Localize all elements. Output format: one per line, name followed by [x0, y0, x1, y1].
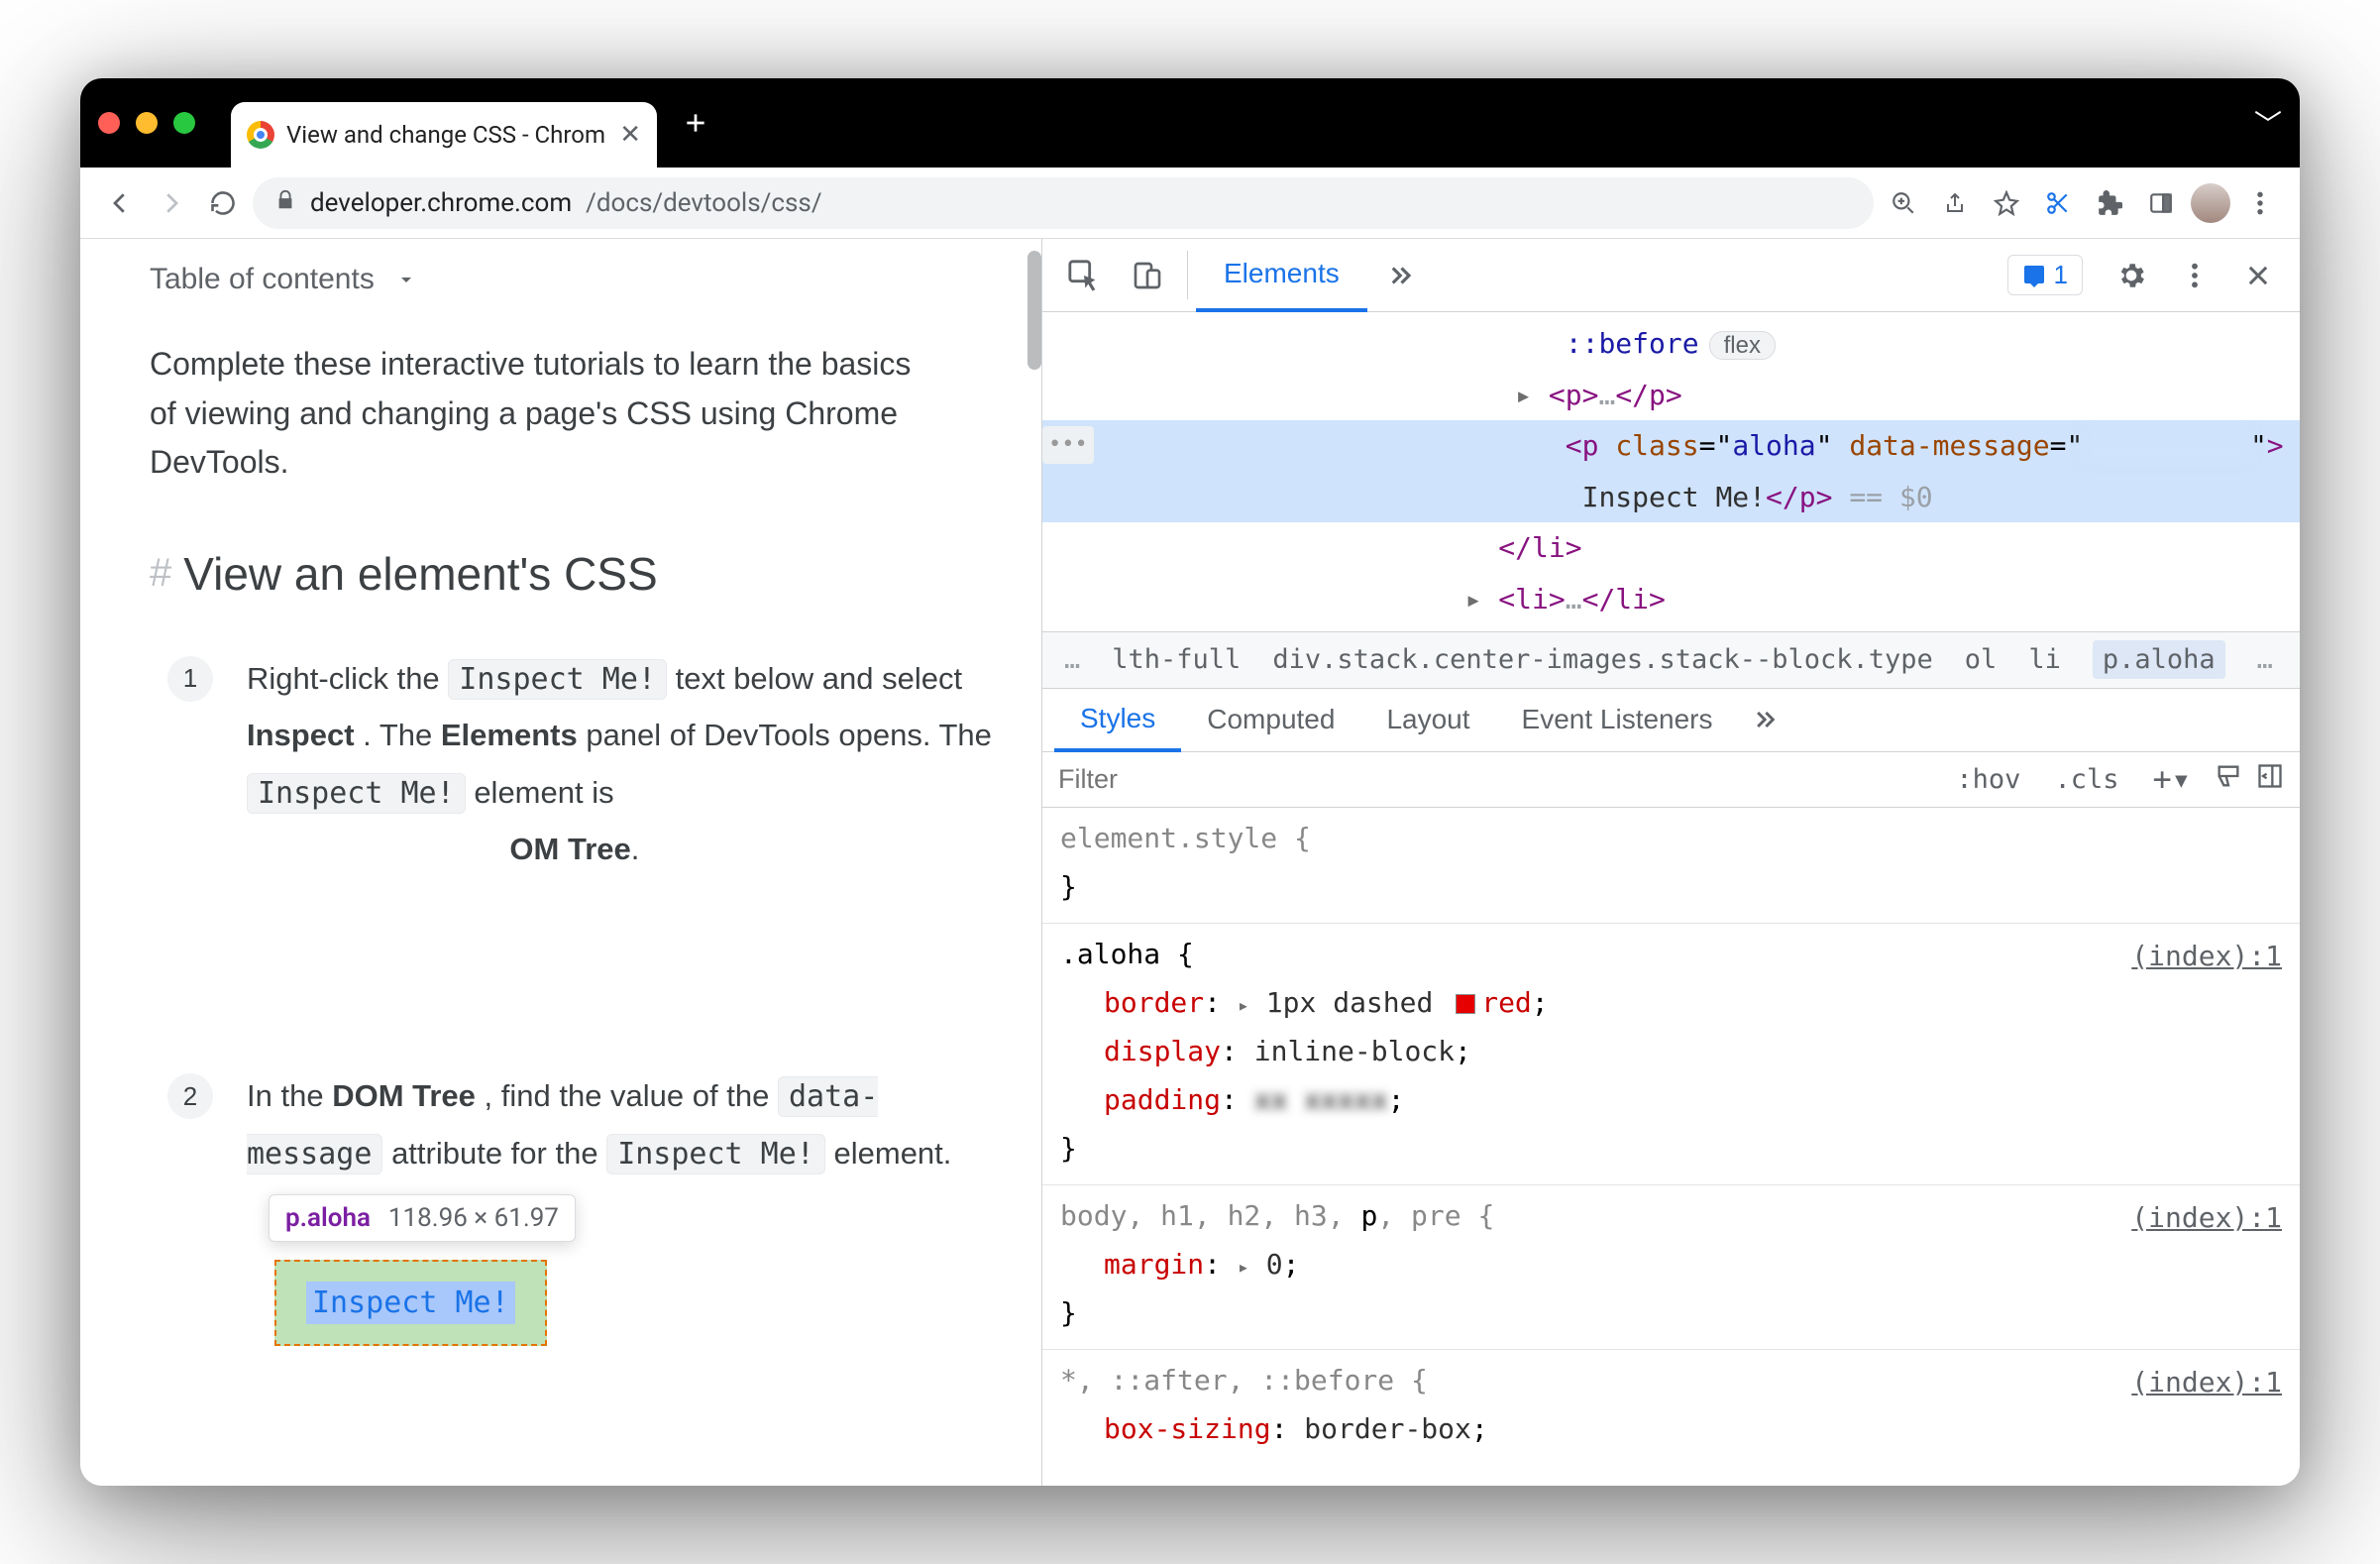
profile-avatar[interactable]	[2191, 183, 2230, 223]
computed-sidebar-icon[interactable]	[2256, 762, 2284, 797]
browser-tab[interactable]: View and change CSS - Chrom ✕	[231, 102, 657, 168]
crumb-item[interactable]: div.stack.center-images.stack--block.typ…	[1272, 644, 1932, 675]
code-chip: Inspect Me!	[606, 1134, 825, 1174]
inspect-target[interactable]: Inspect Me!	[274, 1260, 547, 1346]
address-bar: developer.chrome.com /docs/devtools/css/	[80, 168, 2300, 239]
extensions-icon[interactable]	[2088, 181, 2131, 225]
rule-source-link[interactable]: (index):1	[2131, 932, 2282, 980]
collapse-icon[interactable]: •••	[1042, 426, 1094, 463]
style-rule[interactable]: (index):1 *, ::after, ::before { box-siz…	[1042, 1350, 2300, 1465]
style-rule[interactable]: (index):1 .aloha { border: ▸ 1px dashed …	[1042, 924, 2300, 1185]
dom-node-selected[interactable]: ••• <p class="aloha" data-message="xxxxx…	[1042, 420, 2300, 472]
issues-icon	[2022, 264, 2046, 287]
hov-toggle[interactable]: :hov	[1946, 764, 2030, 795]
toc-toggle[interactable]: Table of contents	[150, 263, 994, 296]
crumb-overflow-right[interactable]: …	[2257, 644, 2273, 675]
heading-anchor-icon[interactable]: #	[150, 551, 171, 596]
styles-filter-input[interactable]	[1058, 764, 1932, 795]
site-favicon	[247, 121, 274, 149]
style-rule[interactable]: (index):1 body, h1, h2, h3, p, pre { mar…	[1042, 1185, 2300, 1350]
close-window[interactable]	[98, 112, 120, 134]
inspect-element-icon[interactable]	[1052, 239, 1116, 311]
crumb-item[interactable]: li	[2028, 644, 2061, 675]
dom-node[interactable]: ▸ <p>…</p>	[1042, 370, 2300, 421]
issues-badge[interactable]: 1	[2007, 255, 2083, 295]
zoom-icon[interactable]	[1882, 181, 1925, 225]
styles-rules: element.style { } (index):1 .aloha { bor…	[1042, 808, 2300, 1486]
step-1: 1 Right-click the Inspect Me! text below…	[167, 650, 994, 878]
subtab-styles[interactable]: Styles	[1054, 689, 1181, 752]
styles-tabbar: Styles Computed Layout Event Listeners	[1042, 689, 2300, 752]
tab-overflow-icon[interactable]: ﹀	[2254, 103, 2282, 143]
dom-node[interactable]: ▸ <li>…</li>	[1042, 574, 2300, 625]
chrome-menu-icon[interactable]	[2238, 181, 2282, 225]
devtools-tabbar: Elements 1	[1042, 239, 2300, 312]
page-viewport: Table of contents Complete these interac…	[80, 239, 1041, 1486]
new-tab-button[interactable]	[673, 100, 718, 146]
flex-badge[interactable]: flex	[1709, 331, 1776, 360]
url-domain: developer.chrome.com	[310, 188, 572, 218]
share-icon[interactable]	[1933, 181, 1977, 225]
step-2: 2 In the DOM Tree , find the value of th…	[167, 1067, 994, 1181]
tooltip-dimensions: 118.96 × 61.97	[388, 1203, 559, 1233]
crumb-item[interactable]: ol	[1965, 644, 1998, 675]
crumb-overflow-left[interactable]: …	[1064, 644, 1080, 675]
rule-source-link[interactable]: (index):1	[2131, 1193, 2282, 1242]
styles-toolbar: :hov .cls +▾	[1042, 752, 2300, 808]
close-devtools-icon[interactable]	[2226, 262, 2290, 289]
lock-icon	[274, 188, 296, 218]
color-swatch[interactable]	[1456, 994, 1475, 1014]
bookmark-icon[interactable]	[1985, 181, 2028, 225]
style-rule[interactable]: element.style { }	[1042, 808, 2300, 924]
window-controls	[98, 112, 195, 134]
close-tab-icon[interactable]: ✕	[619, 120, 641, 150]
new-rule-icon[interactable]: +▾	[2142, 760, 2201, 798]
inspect-target-text: Inspect Me!	[306, 1282, 515, 1324]
settings-icon[interactable]	[2100, 260, 2163, 291]
device-toolbar-icon[interactable]	[1116, 239, 1179, 311]
url-field[interactable]: developer.chrome.com /docs/devtools/css/	[253, 177, 1874, 229]
issues-count: 1	[2054, 260, 2068, 290]
dom-node[interactable]: </li>	[1042, 522, 2300, 574]
step-number: 2	[167, 1073, 213, 1119]
devtools-panel: Elements 1	[1041, 239, 2300, 1486]
dom-node[interactable]: ::beforeflex	[1042, 318, 2300, 370]
page-scrollbar[interactable]	[1028, 251, 1041, 370]
titlebar: View and change CSS - Chrom ✕ ﹀	[80, 78, 2300, 168]
sidepanel-icon[interactable]	[2139, 181, 2183, 225]
url-path: /docs/devtools/css/	[586, 188, 821, 218]
forward-button[interactable]	[150, 181, 193, 225]
rule-source-link[interactable]: (index):1	[2131, 1358, 2282, 1406]
dom-tree[interactable]: ::beforeflex ▸ <p>…</p> ••• <p class="al…	[1042, 312, 2300, 631]
dom-breadcrumb[interactable]: … lth-full div.stack.center-images.stack…	[1042, 631, 2300, 689]
subtab-computed[interactable]: Computed	[1181, 689, 1360, 751]
tooltip-selector: p.aloha	[285, 1203, 371, 1233]
step-number: 1	[167, 656, 213, 702]
tab-elements[interactable]: Elements	[1196, 239, 1367, 312]
code-chip: Inspect Me!	[448, 659, 667, 700]
element-tooltip: p.aloha 118.96 × 61.97	[269, 1194, 576, 1242]
styles-brush-icon[interactable]	[2215, 762, 2242, 797]
scissors-icon[interactable]	[2036, 181, 2080, 225]
more-subtabs-icon[interactable]	[1739, 689, 1788, 751]
crumb-item[interactable]: lth-full	[1112, 644, 1241, 675]
more-tabs-icon[interactable]	[1367, 239, 1431, 311]
reload-button[interactable]	[201, 181, 245, 225]
back-button[interactable]	[98, 181, 142, 225]
subtab-event-listeners[interactable]: Event Listeners	[1496, 689, 1739, 751]
intro-text: Complete these interactive tutorials to …	[150, 340, 922, 488]
cls-toggle[interactable]: .cls	[2044, 764, 2128, 795]
chevron-down-icon	[394, 268, 418, 291]
dom-node-text[interactable]: Inspect Me!</p> == $0	[1042, 472, 2300, 523]
tab-title: View and change CSS - Chrom	[286, 121, 605, 149]
devtools-menu-icon[interactable]	[2163, 262, 2226, 289]
minimize-window[interactable]	[136, 112, 158, 134]
subtab-layout[interactable]: Layout	[1360, 689, 1495, 751]
toc-label: Table of contents	[150, 263, 375, 296]
code-chip: Inspect Me!	[247, 773, 466, 814]
maximize-window[interactable]	[173, 112, 195, 134]
crumb-item-current[interactable]: p.aloha	[2093, 640, 2225, 679]
section-heading: View an element's CSS	[183, 547, 657, 601]
